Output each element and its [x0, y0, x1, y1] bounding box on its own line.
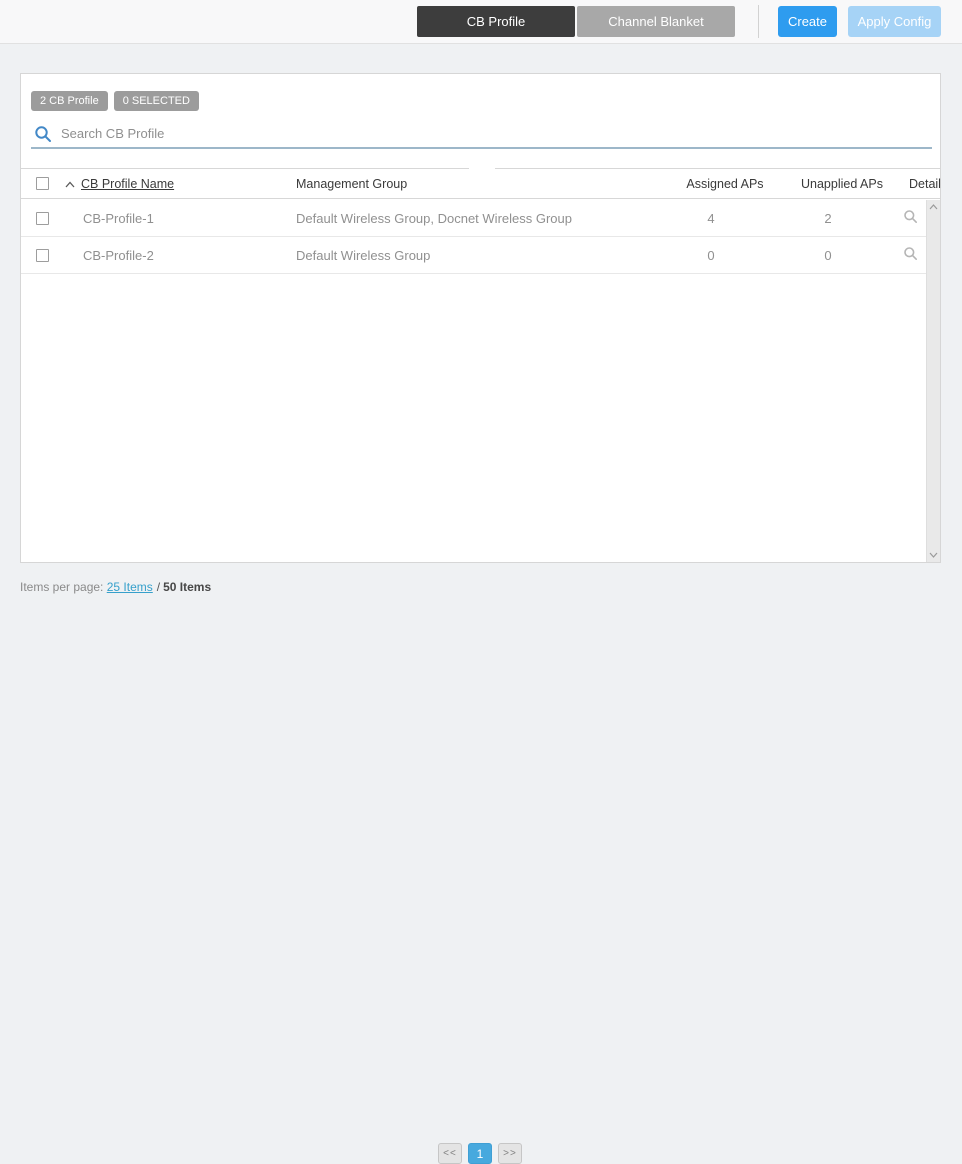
prev-page-button[interactable]: <<	[438, 1143, 462, 1164]
row-checkbox-cell	[21, 248, 61, 262]
summary-badges: 2 CB Profile 0 SELECTED	[31, 91, 199, 111]
row-checkbox[interactable]	[36, 248, 49, 262]
table-row[interactable]: CB-Profile-2 Default Wireless Group 0 0	[21, 237, 926, 274]
header-cb-profile-name[interactable]: CB Profile Name	[81, 177, 174, 191]
header-checkbox-cell	[21, 177, 61, 190]
search-icon	[34, 125, 52, 143]
items-per-page-info: Items per page: 25 Items/50 Items	[20, 580, 211, 594]
header-unapplied-aps: Unapplied APs	[800, 176, 883, 191]
header-detail: Detail	[909, 176, 941, 191]
top-toolbar: CB Profile Channel Blanket Create Apply …	[0, 0, 962, 44]
table-body: CB-Profile-1 Default Wireless Group, Doc…	[21, 200, 940, 562]
row-assigned-aps: 0	[707, 247, 715, 263]
items-per-page-label: Items per page:	[20, 579, 104, 594]
search-bar	[31, 120, 932, 149]
scroll-up-icon[interactable]	[927, 200, 941, 214]
total-items-label: 50 Items	[163, 579, 212, 594]
next-page-button[interactable]: >>	[498, 1143, 522, 1164]
table-row[interactable]: CB-Profile-1 Default Wireless Group, Doc…	[21, 200, 926, 237]
search-input[interactable]	[61, 126, 932, 141]
header-management-group: Management Group	[296, 176, 408, 191]
profile-count-badge: 2 CB Profile	[31, 91, 108, 111]
row-management-group: Default Wireless Group, Docnet Wireless …	[296, 210, 572, 226]
row-checkbox[interactable]	[36, 211, 49, 225]
detail-magnifier-icon[interactable]	[903, 246, 918, 261]
cb-profile-panel: 2 CB Profile 0 SELECTED CB Profile	[20, 73, 941, 563]
row-name: CB-Profile-1	[83, 210, 154, 226]
row-unapplied-aps: 0	[824, 247, 832, 263]
pagination: << 1 >>	[438, 1143, 522, 1164]
row-assigned-aps: 4	[707, 210, 715, 226]
row-management-group: Default Wireless Group	[296, 247, 431, 263]
row-unapplied-aps: 2	[824, 210, 832, 226]
selected-count-badge: 0 SELECTED	[113, 91, 199, 111]
footer-bar: Items per page: 25 Items/50 Items << 1 >…	[0, 563, 962, 1164]
row-name: CB-Profile-2	[83, 247, 154, 263]
header-assigned-aps: Assigned APs	[686, 176, 764, 191]
create-button[interactable]: Create	[778, 6, 837, 37]
tab-channel-blanket[interactable]: Channel Blanket	[577, 6, 735, 37]
vertical-scrollbar[interactable]	[926, 200, 940, 562]
select-all-checkbox[interactable]	[36, 177, 49, 190]
page-size-link[interactable]: 25 Items	[107, 580, 153, 594]
header-name-cell: CB Profile Name	[61, 177, 273, 191]
items-separator: /	[156, 579, 161, 594]
scroll-down-icon[interactable]	[927, 548, 941, 562]
detail-magnifier-icon[interactable]	[903, 209, 918, 224]
current-page-button[interactable]: 1	[468, 1143, 492, 1164]
toolbar-divider	[758, 5, 759, 38]
sort-ascending-icon[interactable]	[64, 179, 76, 189]
tab-cb-profile[interactable]: CB Profile	[417, 6, 575, 37]
apply-config-button[interactable]: Apply Config	[848, 6, 941, 37]
table-header-row: CB Profile Name Management Group Assigne…	[21, 169, 941, 199]
row-checkbox-cell	[21, 211, 61, 225]
view-tabs: CB Profile Channel Blanket	[417, 6, 735, 37]
